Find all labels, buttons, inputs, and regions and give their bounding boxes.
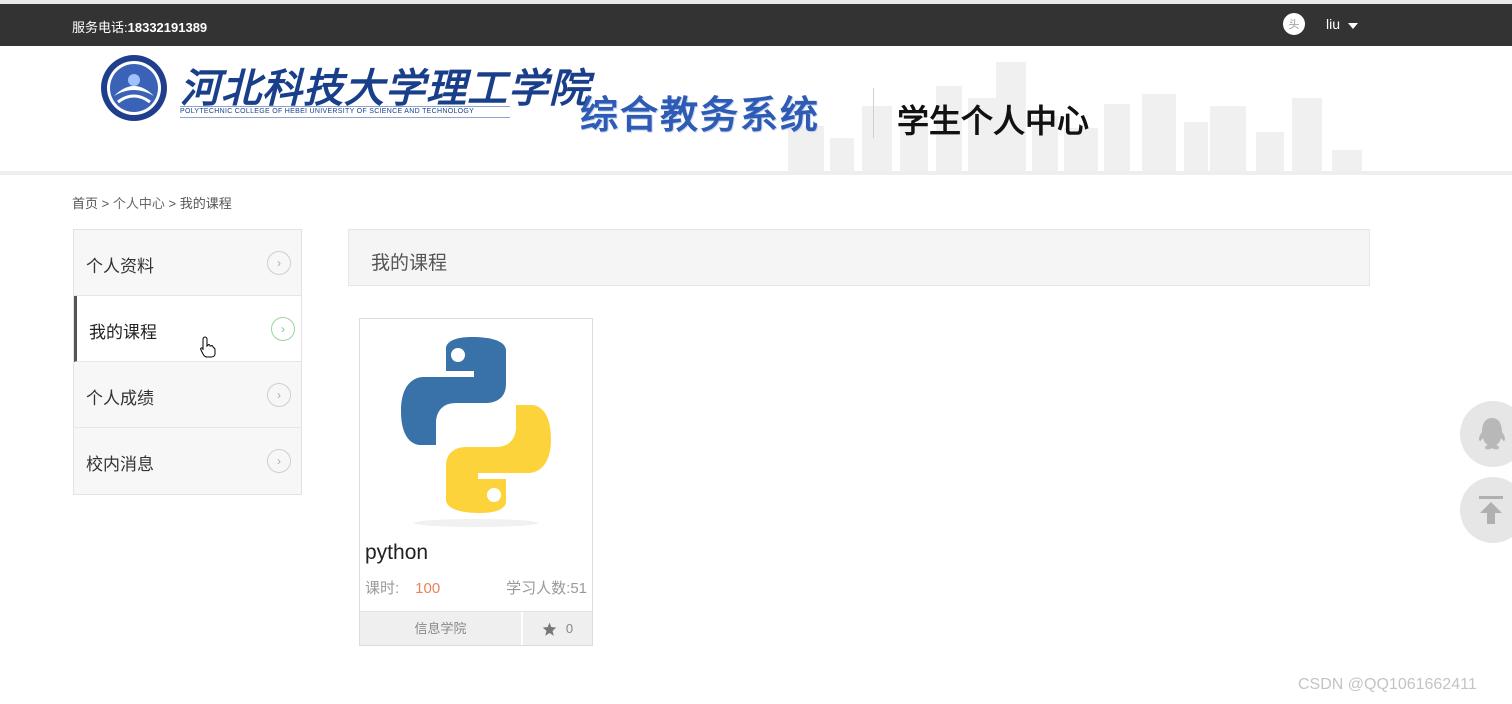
chevron-right-icon: › — [271, 317, 295, 341]
hours-label: 课时: — [365, 580, 400, 597]
watermark: CSDN @QQ1061662411 — [1298, 676, 1477, 693]
hand-cursor-icon — [200, 336, 216, 358]
sidebar-item-label: 校内消息 — [86, 455, 154, 474]
service-phone: 服务电话:18332191389 — [72, 17, 207, 36]
avatar-text: 头 — [1288, 19, 1300, 31]
breadcrumb-separator: > — [164, 196, 180, 211]
sidebar-item-messages[interactable]: 校内消息 › — [74, 428, 301, 494]
site-header: 河北科技大学理工学院 POLYTECHNIC COLLEGE OF HEBEI … — [0, 46, 1512, 172]
page-title: 学生个人中心 — [897, 103, 1090, 139]
students-label: 学习人数: — [506, 580, 571, 597]
panel-header: 我的课程 — [348, 229, 1370, 286]
breadcrumb-personal[interactable]: 个人中心 — [113, 196, 165, 211]
python-logo-icon — [401, 337, 551, 527]
sidebar-item-label: 我的课程 — [89, 323, 157, 342]
sidebar-item-label: 个人资料 — [86, 257, 154, 276]
qq-contact-button[interactable] — [1460, 401, 1512, 467]
username[interactable]: liu — [1326, 16, 1340, 32]
chevron-right-icon: › — [267, 251, 291, 275]
course-name[interactable]: python — [365, 541, 428, 565]
course-college: 信息学院 — [360, 612, 523, 645]
breadcrumb: 首页 > 个人中心 > 我的课程 — [72, 193, 232, 212]
sidebar-item-label: 个人成绩 — [86, 389, 154, 408]
star-icon — [542, 622, 557, 636]
sidebar-item-profile[interactable]: 个人资料 › — [74, 230, 301, 296]
panel-title: 我的课程 — [371, 253, 448, 274]
avatar[interactable]: 头 — [1283, 13, 1305, 35]
favorite-button[interactable]: 0 — [523, 612, 592, 645]
favorite-count: 0 — [565, 621, 574, 636]
school-name-en: POLYTECHNIC COLLEGE OF HEBEI UNIVERSITY … — [180, 106, 510, 118]
back-to-top-icon — [1479, 496, 1503, 524]
breadcrumb-home[interactable]: 首页 — [72, 196, 98, 211]
course-footer: 信息学院 0 — [360, 611, 592, 645]
breadcrumb-separator: > — [98, 196, 113, 211]
chevron-right-icon: › — [267, 383, 291, 407]
students-count: 学习人数:51 — [506, 577, 587, 598]
course-meta: 课时: 100 学习人数:51 — [365, 577, 587, 598]
chevron-down-icon[interactable] — [1348, 22, 1359, 29]
top-bar: 服务电话:18332191389 头 liu — [0, 4, 1512, 46]
user-menu[interactable]: 头 liu — [1283, 13, 1359, 35]
qq-icon — [1478, 418, 1506, 450]
header-separator — [0, 171, 1512, 175]
phone-label: 服务电话: — [72, 20, 128, 35]
sidebar: 个人资料 › 我的课程 › 个人成绩 › 校内消息 › — [73, 229, 302, 495]
students-value: 51 — [570, 580, 587, 597]
back-to-top-button[interactable] — [1460, 477, 1512, 543]
breadcrumb-current: 我的课程 — [179, 196, 232, 211]
sidebar-item-my-courses[interactable]: 我的课程 › — [74, 296, 301, 362]
course-card[interactable]: python 课时: 100 学习人数:51 信息学院 0 — [359, 318, 593, 646]
sidebar-item-grades[interactable]: 个人成绩 › — [74, 362, 301, 428]
header-divider — [873, 88, 874, 138]
phone-number: 18332191389 — [127, 20, 208, 35]
system-name: 综合教务系统 — [580, 93, 821, 137]
chevron-right-icon: › — [267, 449, 291, 473]
hours-value: 100 — [415, 580, 441, 597]
school-emblem-icon — [101, 55, 167, 121]
